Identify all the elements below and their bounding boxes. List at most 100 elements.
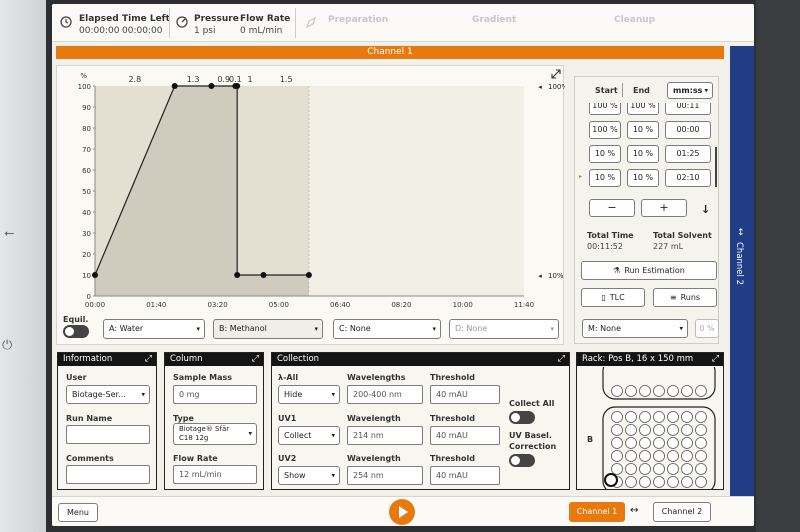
menu-button[interactable]: Menu	[58, 503, 98, 522]
expand-icon[interactable]: ⤢	[558, 353, 565, 366]
equil-label: Equil.	[63, 315, 89, 324]
tlc-button[interactable]: ▯ TLC	[581, 288, 645, 307]
comments-input[interactable]	[66, 465, 150, 484]
right-bottom-marker-icon: ◂	[538, 272, 542, 280]
add-step-button[interactable]: +	[641, 199, 687, 217]
divider	[295, 8, 296, 38]
tab-preparation[interactable]: Preparation	[328, 15, 388, 25]
rack-diagram[interactable]	[599, 367, 723, 489]
expand-icon[interactable]: ⤢	[145, 353, 152, 366]
rack-tube	[681, 463, 693, 475]
rack-tube	[681, 437, 693, 449]
y-tick-label: 40	[82, 209, 91, 217]
x-tick-label: 10:00	[453, 301, 473, 309]
threshold-label: Threshold	[430, 373, 475, 382]
solvent-d-select[interactable]: D: None ▾	[449, 319, 559, 339]
tab-gradient[interactable]: Gradient	[472, 15, 516, 25]
gradient-steps-list[interactable]: 100 % 100 % 00:11 100 % 10 % 00:00 10 % …	[575, 103, 718, 191]
end-column-label: End	[633, 86, 650, 95]
channel-1-button[interactable]: Channel 1	[569, 502, 625, 522]
rack-tube	[639, 385, 651, 397]
lambda-wavelength-input[interactable]: 200-400 nm	[347, 385, 423, 404]
column-flow-rate-input[interactable]: 12 mL/min	[173, 465, 257, 484]
step-end-input[interactable]: 10 %	[627, 169, 659, 187]
uv1-threshold-label: Threshold	[430, 414, 475, 423]
collect-all-toggle[interactable]	[509, 411, 535, 424]
lambda-threshold-input[interactable]: 40 mAU	[430, 385, 500, 404]
y-tick-label: 70	[82, 146, 91, 154]
uv1-mode-select[interactable]: Collect ▾	[278, 426, 340, 445]
gradient-chart[interactable]: %100908070605040302010000:00 01:40 03:20 05…	[57, 66, 565, 316]
remove-step-button[interactable]: −	[589, 199, 635, 217]
step-time-input[interactable]: 00:11	[665, 103, 711, 115]
solvent-b-select[interactable]: B: Methanol ▾	[213, 319, 323, 339]
solvent-c-select[interactable]: C: None ▾	[333, 319, 441, 339]
column-type-label: Type	[173, 414, 194, 423]
column-type-select[interactable]: Biotage® Sfär C18 12g ▾	[173, 423, 257, 445]
runs-button[interactable]: ≡ Runs	[653, 288, 717, 307]
step-time-input[interactable]: 01:25	[665, 145, 711, 163]
lambda-mode-select[interactable]: Hide ▾	[278, 385, 340, 404]
segment-slope-label: 1.3	[187, 75, 200, 84]
uv1-wavelength-input[interactable]: 214 nm	[347, 426, 423, 445]
lambda-all-label: λ-All	[278, 373, 299, 382]
channel-banner: Channel 1	[56, 46, 724, 59]
channel-2-button[interactable]: Channel 2	[653, 502, 711, 522]
run-estimation-button[interactable]: ⚗ Run Estimation	[581, 261, 717, 280]
flow-rate-label: Flow Rate	[240, 14, 291, 24]
rack-tube	[667, 411, 679, 423]
uv2-wavelength-input[interactable]: 254 nm	[347, 466, 423, 485]
y-tick-label: 20	[82, 251, 91, 259]
uv-baseline-label: UV Basel.	[509, 431, 552, 440]
step-time-input[interactable]: 02:10	[665, 169, 711, 187]
expand-icon[interactable]: ⤢	[252, 353, 259, 366]
rack-tube	[653, 450, 665, 462]
step-start-input[interactable]: 100 %	[589, 103, 621, 115]
equil-toggle[interactable]	[63, 325, 89, 338]
channel-2-side-tab[interactable]: ↕ Channel 2	[730, 46, 754, 498]
chevron-down-icon: ▾	[331, 390, 335, 398]
sample-mass-input[interactable]: 0 mg	[173, 385, 257, 404]
solvent-a-select[interactable]: A: Water ▾	[103, 319, 205, 339]
column-flow-rate-label: Flow Rate	[173, 454, 218, 463]
step-end-input[interactable]: 10 %	[627, 121, 659, 139]
segment-slope-label: 2.8	[128, 75, 141, 84]
swap-channels-icon[interactable]: ↔	[630, 505, 638, 516]
uv-baseline-toggle[interactable]	[509, 454, 535, 467]
user-select[interactable]: Biotage-Ser... ▾	[66, 385, 150, 404]
step-end-input[interactable]: 100 %	[627, 103, 659, 115]
bottom-bar: Menu Channel 1 ↔ Channel 2	[52, 496, 754, 526]
rack-position-label: B	[587, 435, 594, 444]
clock-icon	[60, 16, 72, 28]
chevron-down-icon: ▾	[679, 324, 683, 332]
y-tick-label: 10	[82, 272, 91, 280]
step-start-input[interactable]: 10 %	[589, 169, 621, 187]
scroll-down-icon[interactable]: ↓	[701, 203, 710, 216]
expand-icon[interactable]	[551, 69, 561, 79]
solvent-b-value: B: Methanol	[219, 324, 267, 333]
run-name-input[interactable]	[66, 425, 150, 444]
step-end-input[interactable]: 10 %	[627, 145, 659, 163]
uv2-threshold-input[interactable]: 40 mAU	[430, 466, 500, 485]
modifier-select[interactable]: M: None ▾	[582, 319, 688, 338]
chevron-down-icon: ▾	[248, 429, 252, 438]
time-format-select[interactable]: mm:ss ▾	[667, 82, 713, 99]
uv2-mode-select[interactable]: Show ▾	[278, 466, 340, 485]
start-run-button[interactable]	[389, 499, 415, 525]
start-column-label: Start	[595, 86, 618, 95]
segment-slope-label: 1	[248, 75, 253, 84]
expand-icon[interactable]: ⤢	[712, 353, 719, 366]
step-time-input[interactable]: 00:00	[665, 121, 711, 139]
step-start-input[interactable]: 100 %	[589, 121, 621, 139]
rack-tube	[639, 476, 651, 488]
tab-cleanup[interactable]: Cleanup	[614, 15, 655, 25]
uv1-wavelength-label: Wavelength	[347, 414, 401, 423]
chevron-down-icon: ▾	[704, 86, 708, 94]
modifier-percent-input[interactable]: 0 %	[695, 319, 719, 338]
play-icon	[399, 506, 408, 518]
scrollbar[interactable]	[715, 147, 717, 187]
elapsed-value: 00:00:00	[79, 26, 120, 36]
uv1-threshold-input[interactable]: 40 mAU	[430, 426, 500, 445]
step-start-input[interactable]: 10 %	[589, 145, 621, 163]
flow-rate-value: 0 mL/min	[240, 26, 283, 36]
